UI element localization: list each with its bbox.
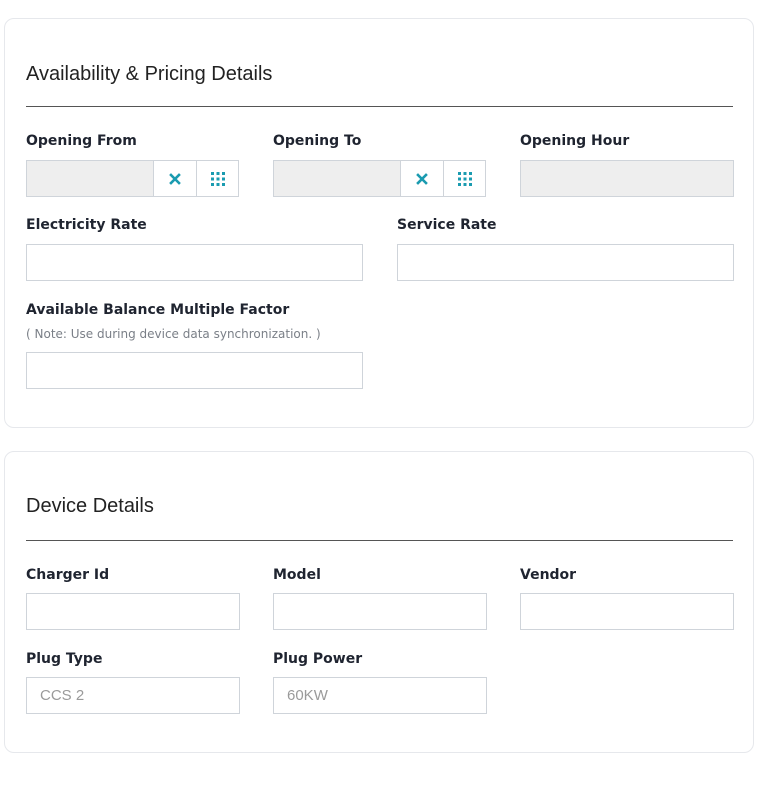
model-input[interactable] <box>273 593 487 630</box>
charger-id-input[interactable] <box>26 593 240 630</box>
close-icon <box>169 172 181 185</box>
plug-power-input[interactable] <box>273 677 487 714</box>
electricity-rate-label: Electricity Rate <box>26 217 147 233</box>
opening-from-picker <box>26 160 239 197</box>
plug-type-input[interactable] <box>26 677 240 714</box>
service-rate-label: Service Rate <box>397 217 497 233</box>
opening-from-clear-button[interactable] <box>154 160 197 197</box>
section-divider <box>26 540 733 541</box>
calendar-grid-icon <box>210 171 225 186</box>
balance-factor-label: Available Balance Multiple Factor <box>26 302 290 318</box>
opening-hour-label: Opening Hour <box>520 133 630 149</box>
section-title: Availability & Pricing Details <box>26 63 273 85</box>
charger-id-label: Charger Id <box>26 567 110 583</box>
opening-from-label: Opening From <box>26 133 137 149</box>
plug-power-label: Plug Power <box>273 651 363 667</box>
plug-type-label: Plug Type <box>26 651 103 667</box>
model-label: Model <box>273 567 321 583</box>
balance-factor-input[interactable] <box>26 352 363 389</box>
opening-to-clear-button[interactable] <box>401 160 444 197</box>
service-rate-input[interactable] <box>397 244 734 281</box>
opening-to-field[interactable] <box>273 160 401 197</box>
section-title: Device Details <box>26 495 154 517</box>
electricity-rate-input[interactable] <box>26 244 363 281</box>
section-divider <box>26 106 733 107</box>
opening-to-calendar-button[interactable] <box>444 160 486 197</box>
opening-hour-input[interactable] <box>520 160 734 197</box>
availability-pricing-card: Availability & Pricing Details Opening F… <box>4 18 754 428</box>
vendor-input[interactable] <box>520 593 734 630</box>
opening-from-calendar-button[interactable] <box>197 160 239 197</box>
close-icon <box>416 172 428 185</box>
balance-factor-note: ( Note: Use during device data synchroni… <box>26 327 321 341</box>
device-details-card: Device Details Charger Id Model Vendor P… <box>4 451 754 753</box>
opening-from-field[interactable] <box>26 160 154 197</box>
opening-to-picker <box>273 160 486 197</box>
opening-to-label: Opening To <box>273 133 362 149</box>
calendar-grid-icon <box>457 171 472 186</box>
vendor-label: Vendor <box>520 567 577 583</box>
